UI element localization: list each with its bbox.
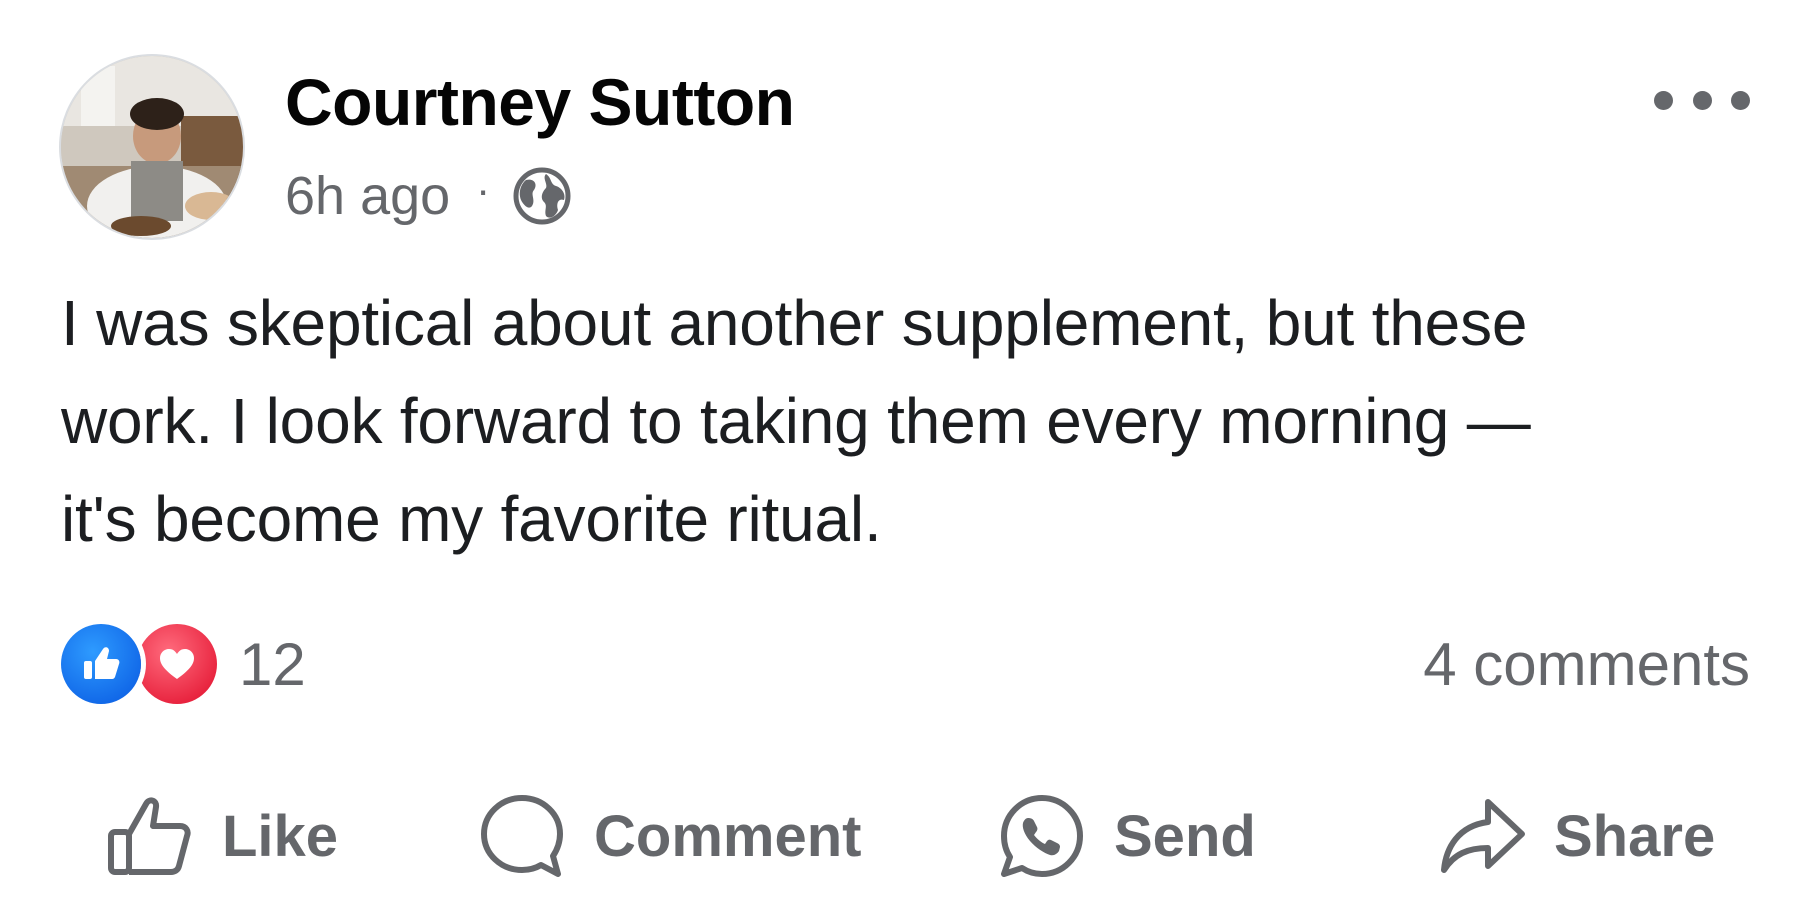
share-button[interactable]: Share (1438, 786, 1715, 886)
more-options-button[interactable] (1654, 80, 1750, 120)
whatsapp-icon (1001, 795, 1083, 877)
comments-count-link[interactable]: 4 comments (1423, 623, 1750, 705)
post-text-line: I was skeptical about another supplement… (61, 287, 1528, 359)
more-horizontal-icon-dot (1692, 90, 1712, 110)
post-actions-bar: Like Comment Send Share (0, 786, 1800, 886)
comment-button[interactable]: Comment (478, 786, 861, 886)
send-button[interactable]: Send (998, 786, 1256, 886)
post-meta: 6h ago · (285, 160, 572, 232)
like-reaction-icon (61, 624, 141, 704)
like-button[interactable]: Like (106, 786, 338, 886)
author-name[interactable]: Courtney Sutton (285, 66, 795, 139)
more-horizontal-icon-dot (1731, 90, 1750, 110)
more-horizontal-icon-dot (1654, 90, 1673, 110)
reactions-summary[interactable]: 12 (61, 623, 306, 705)
globe-icon[interactable] (512, 166, 572, 226)
share-arrow-icon (1441, 799, 1525, 873)
share-button-label: Share (1554, 803, 1716, 869)
meta-separator: · (476, 166, 491, 213)
thumbs-up-icon (108, 797, 191, 875)
post-text: I was skeptical about another supplement… (61, 274, 1761, 568)
comment-button-label: Comment (594, 803, 862, 869)
facebook-post: Courtney Sutton 6h ago · I was skeptical… (0, 0, 1800, 923)
send-button-label: Send (1114, 803, 1256, 869)
profile-photo (61, 56, 243, 238)
reaction-count: 12 (239, 630, 306, 698)
comment-icon (481, 795, 563, 877)
post-text-line: it's become my favorite ritual. (61, 483, 882, 555)
avatar[interactable] (61, 56, 243, 238)
post-text-line: work. I look forward to taking them ever… (61, 385, 1531, 457)
love-reaction-icon (137, 624, 217, 704)
post-timestamp[interactable]: 6h ago (285, 165, 450, 227)
like-button-label: Like (222, 803, 339, 869)
